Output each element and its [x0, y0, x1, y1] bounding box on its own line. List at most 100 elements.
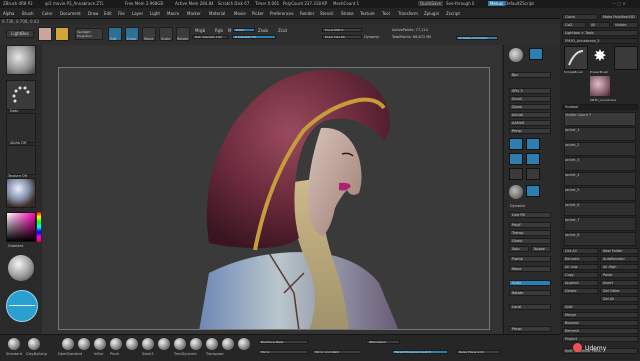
xyz-rotation-gizmo[interactable] — [6, 290, 38, 322]
mrgb-button[interactable]: Mrgb — [195, 28, 205, 33]
local-button[interactable]: Local — [509, 304, 551, 310]
brush-standard-icon[interactable] — [8, 338, 20, 350]
draw-size-slider[interactable]: Draw Size 64 — [322, 35, 362, 39]
goz-button[interactable]: GoZ — [562, 22, 586, 28]
aahalf-button[interactable]: AAHalf — [509, 120, 551, 126]
insert-button[interactable]: Insert — [600, 280, 638, 286]
bpr-render-icon[interactable] — [509, 48, 523, 62]
color-picker[interactable] — [6, 212, 36, 242]
project-button[interactable]: Project — [562, 336, 638, 342]
subtool-item[interactable]: Jacket_7 — [564, 217, 636, 231]
zadd-button[interactable]: Zadd — [233, 28, 255, 32]
menu-file[interactable]: File — [118, 11, 125, 16]
menu-zscript[interactable]: Zscript — [446, 11, 460, 16]
brush-hpolish-icon[interactable] — [158, 338, 170, 350]
transp-button[interactable]: Transp — [509, 230, 551, 236]
rotate-icon[interactable] — [526, 185, 540, 197]
ghost-button[interactable]: Ghost — [509, 238, 551, 244]
menu-picker[interactable]: Picker — [252, 11, 264, 16]
menu-movie[interactable]: Movie — [234, 11, 246, 16]
stroke-thumbnail[interactable] — [6, 80, 36, 110]
xpose-button[interactable]: Xpose — [531, 246, 551, 252]
make-polymesh-button[interactable]: Make PolyMesh3D — [600, 14, 638, 20]
menu-stroke[interactable]: Stroke — [341, 11, 354, 16]
all-button[interactable]: All — [588, 22, 610, 28]
merge-button[interactable]: Merge — [562, 312, 638, 318]
quicksave-button[interactable]: QuickSave — [418, 1, 444, 6]
visible-button[interactable]: Visible — [612, 22, 638, 28]
zremesher-button[interactable]: ZRemesher — [366, 340, 400, 344]
subtool-item[interactable]: Jacket_3 — [564, 157, 636, 171]
alpha-thumbnail[interactable] — [6, 113, 36, 143]
material-thumbnail[interactable] — [6, 178, 36, 208]
rgb-button[interactable]: Rgb — [215, 28, 223, 33]
zcut-button[interactable]: Zcut — [278, 28, 287, 33]
floor-icon[interactable] — [509, 138, 523, 150]
scale-button[interactable]: Scale — [509, 280, 551, 286]
subtool-item[interactable]: Visible Count 7 — [564, 112, 636, 126]
eraser-brush-thumbnail[interactable] — [614, 46, 638, 70]
menu-stencil[interactable]: Stencil — [320, 11, 334, 16]
menu-marker[interactable]: Marker — [187, 11, 201, 16]
menu-material[interactable]: Material — [209, 11, 225, 16]
z-intensity-slider[interactable]: Z Intensity 25 — [232, 35, 276, 39]
subtool-item[interactable]: Jacket_8 — [564, 232, 636, 246]
list-all-button[interactable]: List All — [562, 248, 598, 254]
brush-thumbnail[interactable] — [6, 45, 36, 75]
autoreorder-button[interactable]: AutoReorder — [600, 256, 638, 262]
menu-render[interactable]: Render — [300, 11, 314, 16]
menus-button[interactable]: Menus — [488, 1, 506, 6]
see-through-slider[interactable]: See-through 0 — [446, 1, 474, 6]
menu-document[interactable]: Document — [60, 11, 81, 16]
menu-tool[interactable]: Tool — [382, 11, 390, 16]
brush-damstandard-icon[interactable] — [62, 338, 74, 350]
target-polygons-slider[interactable]: Target Polygons Count 5 — [392, 350, 448, 354]
del-all-button[interactable]: Del All — [600, 296, 638, 302]
mirror-and-weld-button[interactable]: Mirror And Weld — [312, 350, 362, 354]
rename-button[interactable]: Rename — [562, 256, 598, 262]
window-controls-icon[interactable]: — ▢ ✕ — [612, 1, 626, 6]
menu-edit[interactable]: Edit — [104, 11, 112, 16]
menu-zplugin[interactable]: Zplugin — [424, 11, 439, 16]
frame-button[interactable]: Frame — [509, 256, 551, 262]
all-low-button[interactable]: All Low — [562, 264, 598, 270]
texture-thumbnail[interactable] — [6, 145, 36, 175]
hue-strip[interactable] — [37, 212, 41, 242]
zoom-button[interactable]: Zoom — [509, 104, 551, 110]
rotate-button[interactable]: Rotate — [509, 290, 551, 296]
simple-brush-thumbnail[interactable] — [564, 46, 588, 70]
rgb-intensity-slider[interactable]: Rgb Intensity 100 — [192, 35, 228, 39]
zsub-button[interactable]: Zsub — [258, 28, 268, 33]
lightbox-tools-button[interactable]: Lightbox > Tools — [562, 30, 638, 36]
frame-icon[interactable] — [509, 168, 523, 180]
m-button[interactable]: M — [228, 28, 231, 33]
brush-orbcracks-icon[interactable] — [238, 338, 250, 350]
brush-clipcurve-icon[interactable] — [190, 338, 202, 350]
star-icon[interactable]: ✸ — [590, 46, 610, 66]
split-button[interactable]: Split — [562, 304, 638, 310]
brush-claybuildup-icon[interactable] — [28, 338, 40, 350]
activate-symmetry-button[interactable]: Activate Symmetry — [456, 36, 498, 40]
menu-color[interactable]: Color — [42, 11, 52, 16]
default-zscript-button[interactable]: DefaultZScript — [505, 1, 534, 6]
menu-brush[interactable]: Brush — [22, 11, 34, 16]
menu-transform[interactable]: Transform — [398, 11, 418, 16]
subtool-item[interactable]: Jacket_5 — [564, 187, 636, 201]
menu-light[interactable]: Light — [150, 11, 160, 16]
remesh-button[interactable]: Remesh — [562, 328, 638, 334]
del-other-button[interactable]: Del Other — [600, 288, 638, 294]
texture-swatch[interactable] — [55, 27, 69, 41]
brush-transpose-icon[interactable] — [206, 338, 218, 350]
line-fill-button[interactable]: Line Fill — [509, 212, 551, 218]
polyf-button[interactable]: PolyF — [509, 222, 551, 228]
persp-button[interactable]: Persp — [509, 128, 551, 134]
subtool-item[interactable]: Jacket_2 — [564, 142, 636, 156]
persp-button-lower[interactable]: Persp — [509, 326, 551, 332]
relax-plane-grid-button[interactable]: Relax Plane Grid — [456, 350, 500, 354]
mirror-button[interactable]: Mirror — [258, 350, 308, 354]
boolean-button[interactable]: Boolean — [562, 320, 638, 326]
menu-draw[interactable]: Draw — [88, 11, 98, 16]
paste-button[interactable]: Paste — [600, 272, 638, 278]
brush-slash3-icon[interactable] — [142, 338, 154, 350]
solo-button[interactable]: Solo — [509, 246, 529, 252]
